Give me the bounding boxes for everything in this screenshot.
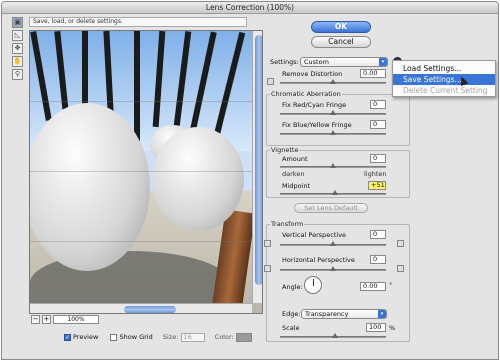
settings-label: Settings: bbox=[270, 58, 299, 66]
preview-stone-right bbox=[152, 127, 244, 231]
vignette-title: Vignette bbox=[270, 146, 300, 154]
blue-yellow-label: Fix Blue/Yellow Fringe bbox=[282, 121, 352, 129]
transform-title: Transform bbox=[270, 220, 305, 228]
tool-palette: ▣ ◺ ✥ ✋ ⚲ bbox=[12, 17, 24, 82]
grid-line bbox=[30, 101, 262, 102]
pincushion-icon bbox=[267, 78, 274, 85]
zoom-out-button[interactable]: − bbox=[31, 315, 40, 324]
image-preview[interactable] bbox=[29, 30, 263, 314]
angle-needle bbox=[313, 279, 314, 286]
settings-value: Custom bbox=[304, 58, 329, 66]
grid-size-label: Size: bbox=[162, 333, 179, 341]
menu-item-save-settings[interactable]: Save Settings... bbox=[393, 74, 495, 85]
straighten-tool-icon[interactable]: ◺ bbox=[12, 30, 23, 41]
edge-value: Transparency bbox=[305, 310, 349, 318]
ok-button[interactable]: OK bbox=[311, 21, 371, 33]
red-cyan-label: Fix Red/Cyan Fringe bbox=[282, 101, 347, 109]
slider-thumb[interactable] bbox=[332, 333, 338, 338]
cancel-button[interactable]: Cancel bbox=[311, 36, 371, 48]
move-grid-tool-icon[interactable]: ✥ bbox=[12, 43, 23, 54]
zoom-level-field[interactable]: 100% bbox=[53, 315, 99, 324]
zoom-in-button[interactable]: + bbox=[42, 315, 51, 324]
hint-text: Save, load, or delete settings. bbox=[29, 17, 247, 27]
show-grid-checkbox[interactable] bbox=[110, 333, 118, 341]
grid-color-label: Color: bbox=[214, 333, 234, 341]
remove-distortion-field[interactable]: 0.00 bbox=[360, 69, 386, 78]
menu-item-delete-current-setting: Delete Current Setting bbox=[403, 86, 488, 95]
scale-slider[interactable] bbox=[280, 333, 386, 338]
horizontal-scroll-thumb[interactable] bbox=[124, 306, 176, 313]
set-lens-default-button[interactable]: Set Lens Default bbox=[294, 203, 368, 213]
horizontal-perspective-left-icon bbox=[264, 265, 271, 272]
red-cyan-field[interactable]: 0 bbox=[370, 100, 386, 109]
horizontal-perspective-label: Horizontal Perspective bbox=[282, 256, 355, 264]
horizontal-perspective-right-icon bbox=[397, 265, 404, 272]
zoom-bar: − + 100% bbox=[29, 315, 263, 325]
blue-yellow-slider[interactable] bbox=[280, 130, 386, 135]
vertical-scroll-thumb[interactable] bbox=[255, 35, 262, 285]
vertical-perspective-slider[interactable] bbox=[280, 241, 386, 246]
vertical-perspective-field[interactable]: 0 bbox=[370, 230, 386, 239]
slider-thumb[interactable] bbox=[330, 130, 336, 135]
chevron-down-icon: ▾ bbox=[379, 58, 387, 66]
preview-post bbox=[134, 31, 140, 143]
scale-unit: % bbox=[389, 324, 396, 332]
window-title: Lens Correction (100%) bbox=[2, 2, 498, 14]
remove-distortion-label: Remove Distortion bbox=[282, 70, 343, 78]
slider-thumb[interactable] bbox=[330, 241, 336, 246]
remove-distortion-slider[interactable] bbox=[280, 79, 386, 84]
remove-distortion-tool-icon[interactable]: ▣ bbox=[12, 17, 23, 28]
slider-thumb[interactable] bbox=[330, 266, 336, 271]
menu-item-load-settings[interactable]: Load Settings... bbox=[393, 63, 495, 74]
settings-select[interactable]: Custom ▾ bbox=[300, 57, 388, 67]
lighten-label: lighten bbox=[364, 170, 387, 178]
horizontal-scrollbar[interactable] bbox=[30, 303, 252, 313]
angle-field[interactable]: 0.00 bbox=[360, 282, 386, 291]
grid-size-field[interactable]: 16 bbox=[180, 333, 205, 342]
preview-stone-left bbox=[30, 103, 150, 271]
settings-menu: Load Settings... Save Settings... Delete… bbox=[392, 60, 496, 97]
vertical-perspective-right-icon bbox=[397, 240, 404, 247]
scale-field[interactable]: 100 bbox=[366, 323, 386, 332]
horizontal-perspective-field[interactable]: 0 bbox=[370, 255, 386, 264]
vertical-perspective-label: Vertical Perspective bbox=[282, 231, 347, 239]
red-cyan-slider[interactable] bbox=[280, 110, 386, 115]
blue-yellow-field[interactable]: 0 bbox=[370, 120, 386, 129]
vignette-amount-label: Amount bbox=[282, 155, 308, 163]
slider-thumb[interactable] bbox=[332, 190, 338, 195]
slider-thumb[interactable] bbox=[330, 163, 336, 168]
vertical-scrollbar[interactable] bbox=[252, 31, 262, 303]
zoom-tool-icon[interactable]: ⚲ bbox=[12, 69, 23, 80]
vertical-perspective-left-icon bbox=[264, 240, 271, 247]
preview-options: ✓ Preview Show Grid Size: 16 Color: bbox=[64, 332, 264, 344]
chevron-down-icon: ▾ bbox=[378, 310, 386, 318]
show-grid-label: Show Grid bbox=[119, 333, 153, 341]
slider-thumb[interactable] bbox=[330, 79, 336, 84]
midpoint-slider[interactable] bbox=[280, 190, 386, 195]
scale-label: Scale bbox=[282, 324, 300, 332]
midpoint-field[interactable]: +51 bbox=[368, 181, 386, 190]
slider-thumb[interactable] bbox=[330, 110, 336, 115]
horizontal-perspective-slider[interactable] bbox=[280, 266, 386, 271]
edge-label: Edge: bbox=[282, 310, 301, 318]
midpoint-label: Midpoint bbox=[282, 182, 311, 190]
darken-label: darken bbox=[282, 170, 305, 178]
chromatic-aberration-title: Chromatic Aberration bbox=[270, 90, 342, 98]
hand-tool-icon[interactable]: ✋ bbox=[12, 56, 23, 67]
angle-label: Angle: bbox=[282, 283, 303, 291]
preview-label: Preview bbox=[73, 333, 99, 341]
grid-color-swatch[interactable] bbox=[235, 332, 252, 342]
grid-line bbox=[30, 241, 262, 242]
grid-line bbox=[30, 171, 262, 172]
angle-unit: ° bbox=[389, 281, 393, 289]
vignette-amount-field[interactable]: 0 bbox=[370, 154, 386, 163]
edge-select[interactable]: Transparency ▾ bbox=[301, 309, 387, 319]
preview-checkbox[interactable]: ✓ bbox=[64, 333, 71, 341]
vignette-amount-slider[interactable] bbox=[280, 163, 386, 168]
lens-correction-dialog: Lens Correction (100%) Save, load, or de… bbox=[1, 1, 499, 360]
angle-dial[interactable] bbox=[304, 276, 322, 294]
